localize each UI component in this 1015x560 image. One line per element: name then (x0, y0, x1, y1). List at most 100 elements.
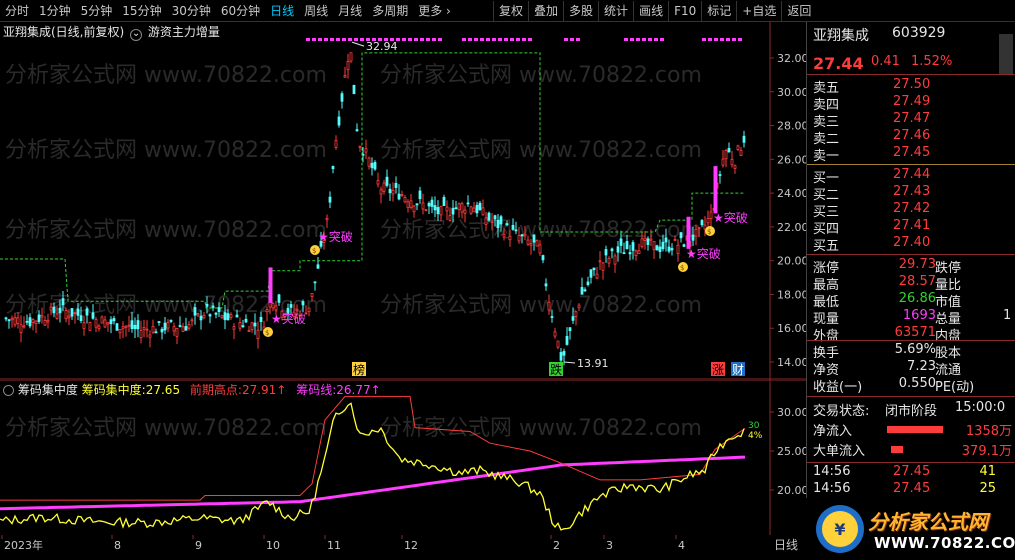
stat-extra: 1 (1003, 308, 1012, 323)
candle-body (637, 250, 641, 254)
watermark-text: 分析家公式网 www.70822.com (380, 218, 702, 243)
signal-dot (660, 38, 664, 41)
period-tab-7[interactable]: 周线 (299, 1, 333, 21)
candle-body (172, 326, 176, 332)
period-tab-3[interactable]: 15分钟 (117, 1, 166, 21)
candle-body (271, 303, 275, 309)
candle-body (151, 326, 155, 333)
breakthrough-label: ★突破 (318, 229, 353, 244)
period-tab-1[interactable]: 1分钟 (34, 1, 76, 21)
candle-body (247, 330, 251, 332)
tool-button-3[interactable]: 统计 (598, 1, 633, 21)
kline-svg[interactable]: 分析家公式网 www.70822.com 分析家公式网 www.70822.com… (0, 22, 809, 380)
period-tab-4[interactable]: 30分钟 (167, 1, 216, 21)
candle-body (553, 331, 557, 337)
chip-svg[interactable]: 分析家公式网 www.70822.com 分析家公式网 www.70822.com… (0, 379, 809, 535)
candle-body (397, 193, 401, 200)
period-tab-9[interactable]: 多周期 (367, 1, 413, 21)
watermark-text: 分析家公式网 www.70822.com (5, 63, 327, 88)
tool-button-7[interactable]: +自选 (736, 1, 781, 21)
candle-body (82, 322, 86, 330)
candle-body (670, 248, 674, 251)
candle-body (316, 264, 320, 269)
period-tab-10[interactable]: 更多 › (413, 1, 456, 21)
signal-dot (480, 38, 484, 41)
candle-body (613, 255, 617, 265)
signal-dot (702, 38, 706, 41)
candle-body (232, 326, 236, 330)
candle-body (406, 201, 410, 208)
tick-price: 27.45 (893, 464, 931, 479)
candle-body (88, 322, 92, 331)
candle-body (505, 223, 509, 226)
watermark-text: 分析家公式网 www.70822.com (380, 293, 702, 318)
tool-button-8[interactable]: 返回 (781, 1, 816, 21)
tool-button-2[interactable]: 多股 (563, 1, 598, 21)
candle-body (727, 148, 731, 153)
support-step-line (0, 52, 745, 309)
net-inflow-value: 1358万 (965, 424, 1012, 439)
candle-body (184, 326, 188, 331)
main-kline-chart[interactable]: 分析家公式网 www.70822.com 分析家公式网 www.70822.com… (0, 22, 809, 380)
candle-body (208, 314, 212, 317)
candle-body (343, 74, 347, 78)
stat2-value: 0.550 (898, 376, 936, 391)
candle-body (733, 165, 737, 169)
period-tab-5[interactable]: 60分钟 (216, 1, 265, 21)
signal-dot (522, 38, 526, 41)
period-tab-0[interactable]: 分时 (0, 1, 34, 21)
candle-body (427, 202, 431, 207)
high-pointer (351, 41, 365, 47)
tool-button-1[interactable]: 叠加 (528, 1, 563, 21)
net-inflow-bar (887, 426, 943, 433)
bid-row[interactable]: 买五 27.40 (807, 235, 1015, 255)
candle-body (130, 320, 134, 329)
chip-value-label: 筹码集中度: (81, 383, 146, 397)
candle-body (31, 319, 35, 323)
candle-body (607, 258, 611, 264)
candle-body (55, 313, 59, 319)
event-tag: 榜 (353, 362, 365, 377)
candle-body (595, 273, 599, 279)
stat-value: 29.73 (898, 257, 936, 272)
price-tick-label: 20.00 (777, 255, 806, 268)
price-tick-label: 24.00 (777, 187, 806, 200)
period-tab-2[interactable]: 5分钟 (76, 1, 118, 21)
candle-body (457, 203, 461, 210)
signal-dot (624, 38, 628, 41)
candle-body (610, 248, 614, 252)
chip-concentration-chart[interactable]: 分析家公式网 www.70822.com 分析家公式网 www.70822.com… (0, 379, 809, 535)
indicator-dropdown-icon[interactable]: ⌄ (130, 29, 143, 41)
candle-body (259, 316, 263, 323)
candle-body (736, 145, 740, 150)
chart-title-bar: 亚翔集成(日线,前复权) ⌄ 游资主力增量 (3, 23, 220, 41)
signal-dot (720, 38, 724, 41)
candle-body (469, 206, 473, 214)
tool-button-6[interactable]: 标记 (701, 1, 736, 21)
candle-body (355, 129, 359, 132)
stock-header: 亚翔集成 603929 (807, 25, 1015, 45)
candle-body (655, 245, 659, 251)
candle-body (550, 316, 554, 318)
candle-body (37, 314, 41, 322)
signal-dot (708, 38, 712, 41)
signal-dot (312, 38, 316, 41)
trade-separator (807, 396, 1015, 397)
sub-indicator-icon[interactable] (3, 385, 14, 396)
tick-time: 14:56 (813, 481, 851, 496)
tool-button-4[interactable]: 画线 (633, 1, 668, 21)
period-tab-8[interactable]: 月线 (333, 1, 367, 21)
big-inflow-label: 大单流入 (813, 444, 866, 459)
x-axis: 2023年 8 9 10 11 12 2 3 4 日线 (0, 535, 806, 555)
tool-button-0[interactable]: 复权 (493, 1, 528, 21)
tool-button-5[interactable]: F10 (668, 1, 701, 21)
candle-body (157, 321, 161, 323)
candle-body (85, 308, 89, 316)
period-tab-6[interactable]: 日线 (265, 1, 299, 21)
tool-tabs: 复权 叠加 多股 统计 画线 F10 标记 +自选 返回 (493, 0, 816, 22)
ask-row[interactable]: 卖一 27.45 (807, 145, 1015, 165)
candle-body (28, 317, 32, 327)
candle-body (742, 135, 746, 143)
signal-dot (336, 38, 340, 41)
big-inflow-value: 379.1万 (961, 444, 1012, 459)
